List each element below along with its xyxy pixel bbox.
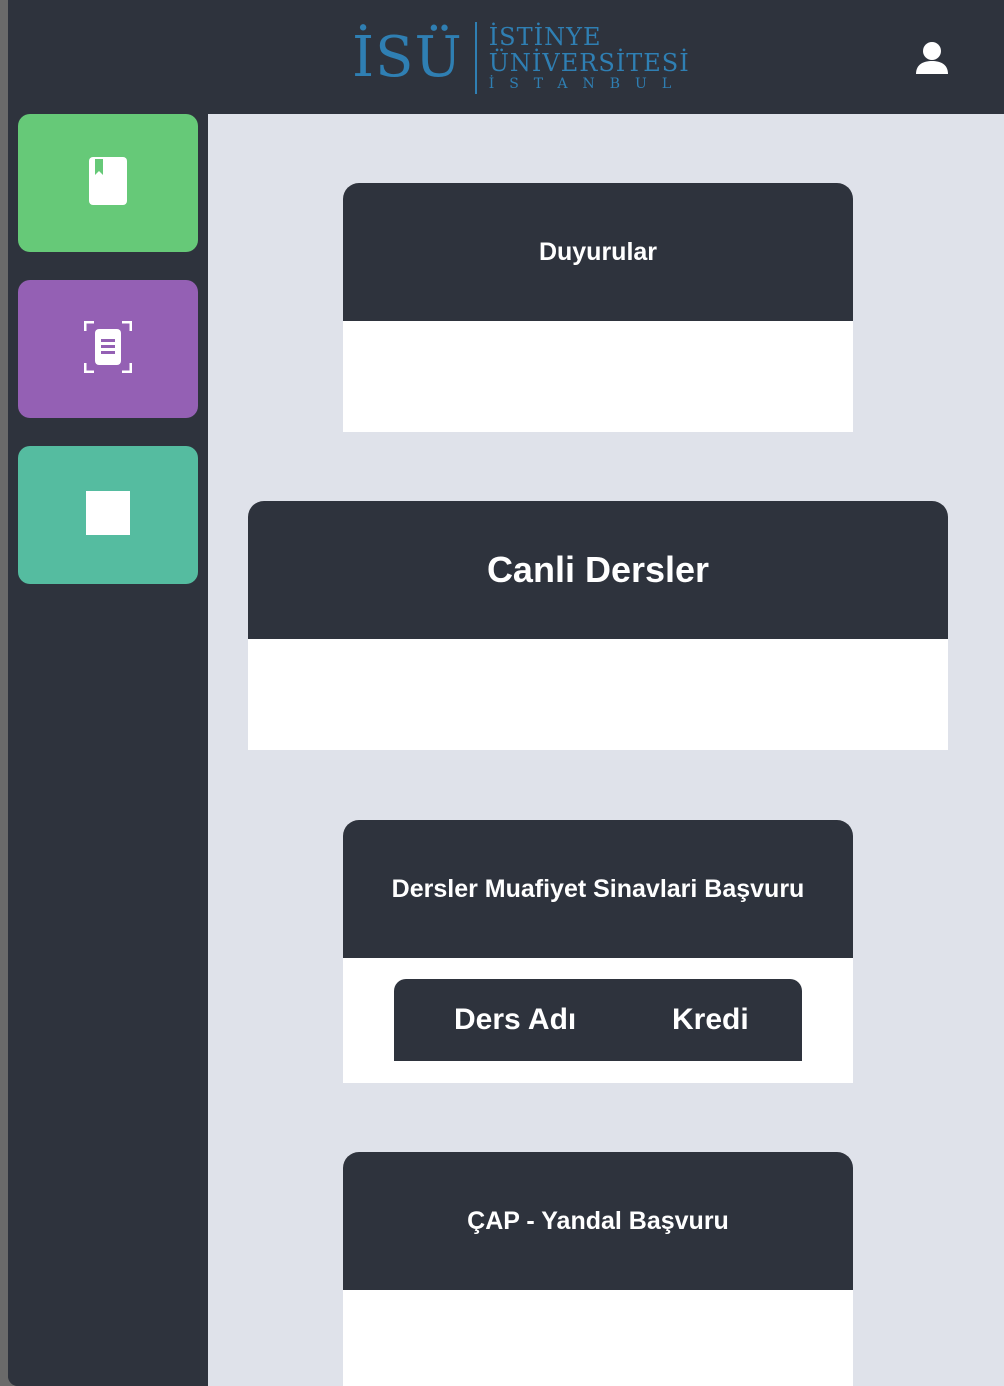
card-title: Canli Dersler — [486, 549, 710, 590]
main-content: Duyurular Canli Dersler Dersler Muafiyet… — [208, 114, 1004, 1386]
top-header: İSÜ İSTİNYE ÜNİVERSİTESİ İSTANBUL — [8, 0, 1004, 114]
card-title: ÇAP - Yandal Başvuru — [467, 1206, 729, 1235]
logo-line-2: ÜNİVERSİTESİ — [488, 49, 690, 77]
logo-line-3: İSTANBUL — [488, 76, 687, 92]
logo-line-1: İSTİNYE — [488, 23, 602, 51]
app-frame: İSÜ İSTİNYE ÜNİVERSİTESİ İSTANBUL Duyuru… — [8, 0, 1004, 1386]
exemption-exams-card: Dersler Muafiyet Sinavlari Başvuru Ders … — [343, 820, 853, 1083]
card-header[interactable]: Duyurular — [343, 183, 853, 321]
card-body — [343, 321, 853, 432]
column-credit[interactable]: Kredi — [672, 979, 749, 1061]
sidebar — [8, 114, 208, 1386]
column-course-name[interactable]: Ders Adı — [454, 979, 576, 1061]
card-body — [343, 1290, 853, 1386]
card-body — [248, 639, 948, 750]
card-header[interactable]: Canli Dersler — [248, 501, 948, 639]
card-title: Duyurular — [538, 237, 658, 266]
live-lessons-card: Canli Dersler — [248, 501, 948, 750]
square-icon — [86, 490, 130, 540]
user-icon[interactable] — [914, 40, 950, 76]
card-header[interactable]: Dersler Muafiyet Sinavlari Başvuru — [343, 820, 853, 958]
logo-text: İSTİNYE ÜNİVERSİTESİ İSTANBUL — [489, 24, 690, 92]
document-scan-icon — [83, 320, 133, 378]
card-header[interactable]: ÇAP - Yandal Başvuru — [343, 1152, 853, 1290]
university-logo[interactable]: İSÜ İSTİNYE ÜNİVERSİTESİ İSTANBUL — [352, 18, 690, 98]
sidebar-item-documents[interactable] — [18, 280, 198, 418]
logo-mark: İSÜ — [352, 25, 463, 90]
sidebar-item-courses[interactable] — [18, 114, 198, 252]
double-major-minor-card: ÇAP - Yandal Başvuru — [343, 1152, 853, 1386]
announcements-card: Duyurular — [343, 183, 853, 432]
sidebar-item-other[interactable] — [18, 446, 198, 584]
courses-table-header: Ders Adı Kredi — [394, 979, 802, 1061]
book-icon — [89, 156, 127, 210]
card-title: Dersler Muafiyet Sinavlari Başvuru — [391, 874, 805, 903]
logo-separator — [474, 22, 477, 94]
